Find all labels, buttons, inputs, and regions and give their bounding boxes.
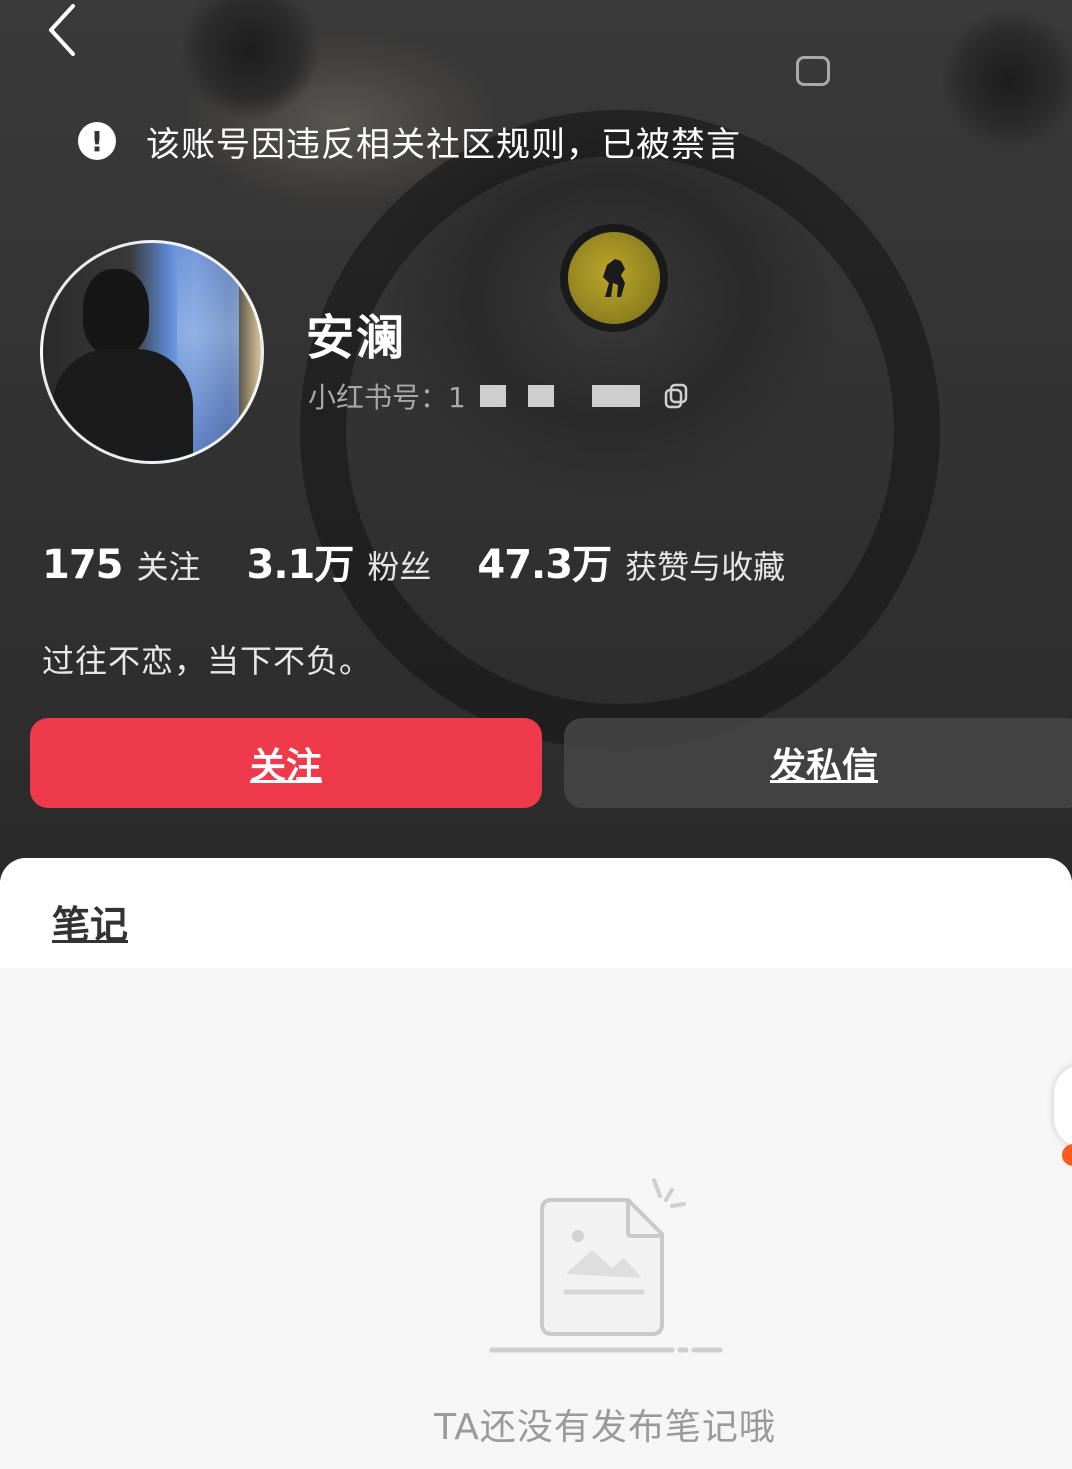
stat-number: 47.3万 [477, 542, 612, 588]
profile-header: ! 该账号因违反相关社区规则，已被禁言 安澜 小红书号：1 175 关注 3.1… [0, 0, 1072, 900]
follow-button[interactable]: 关注 [30, 718, 542, 808]
copy-icon[interactable] [662, 382, 690, 410]
notes-panel: 笔记 TA还没有发布笔记哦 [0, 858, 1072, 1469]
message-button[interactable]: 发私信 [564, 718, 1072, 808]
tab-bar: 笔记 [0, 858, 1072, 968]
horse-emblem-icon [568, 232, 660, 324]
stat-number: 3.1万 [246, 542, 355, 588]
id-redaction-block [591, 385, 640, 407]
empty-notes-icon [489, 1178, 723, 1353]
stat-followers[interactable]: 3.1万 粉丝 [247, 532, 432, 590]
redbook-id: 小红书号：1 [308, 376, 690, 416]
profile-stats: 175 关注 3.1万 粉丝 47.3万 获赞与收藏 [42, 532, 831, 588]
more-options-icon[interactable] [796, 56, 830, 86]
stat-label: 获赞与收藏 [625, 548, 786, 586]
back-button[interactable] [40, 2, 84, 58]
profile-nickname: 安澜 [306, 310, 407, 366]
avatar[interactable] [40, 240, 264, 464]
empty-notes-text: TA还没有发布笔记哦 [434, 1407, 776, 1448]
chevron-left-icon [49, 4, 75, 56]
prancing-horse-icon [603, 259, 625, 297]
exclamation-icon: ! [78, 122, 116, 160]
id-redaction-block [479, 385, 506, 407]
ban-notice: ! 该账号因违反相关社区规则，已被禁言 [78, 116, 741, 166]
stat-likes-collections[interactable]: 47.3万 获赞与收藏 [477, 532, 785, 590]
stat-label: 关注 [136, 548, 201, 586]
stat-following[interactable]: 175 关注 [42, 542, 201, 588]
tab-notes[interactable]: 笔记 [52, 894, 128, 949]
stat-label: 粉丝 [367, 548, 432, 586]
id-redaction-block [527, 385, 554, 407]
redbook-id-label: 小红书号：1 [308, 381, 466, 414]
profile-bio: 过往不恋，当下不负。 [42, 642, 373, 680]
ban-notice-text: 该账号因违反相关社区规则，已被禁言 [146, 124, 741, 165]
steering-wheel-background [300, 110, 940, 750]
stat-number: 175 [42, 542, 123, 588]
